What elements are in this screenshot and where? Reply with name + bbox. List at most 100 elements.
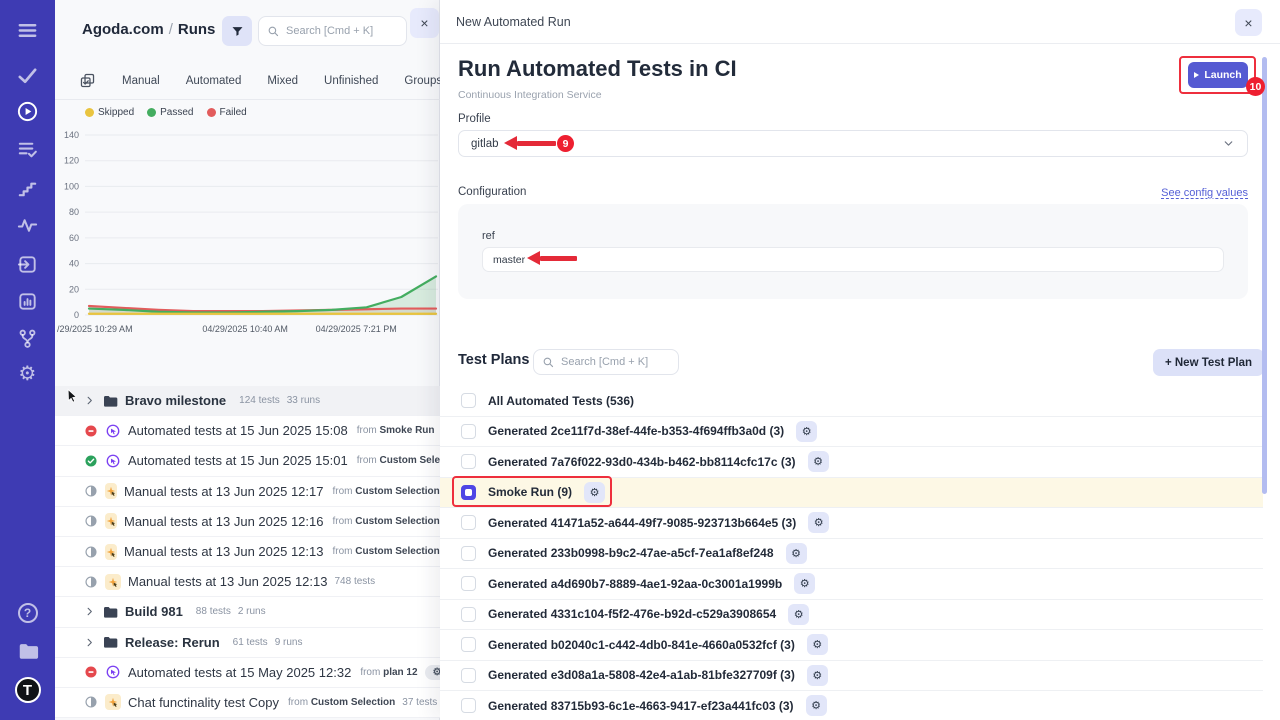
run-row[interactable]: Automated tests at 15 May 2025 12:32from… <box>55 658 440 688</box>
runs-search-input[interactable] <box>286 25 398 37</box>
svg-text:100: 100 <box>64 181 79 191</box>
test-plan-row[interactable]: All Automated Tests (536) <box>440 386 1263 417</box>
run-row[interactable]: Automated tests at 15 Jun 2025 15:08from… <box>55 416 440 446</box>
filter-button[interactable] <box>222 16 252 46</box>
test-plan-checkbox[interactable] <box>461 485 476 500</box>
test-plans-list: All Automated Tests (536) Generated 2ce11… <box>440 386 1263 720</box>
sidebar-item-git-branch[interactable] <box>0 325 55 351</box>
tab-mixed[interactable]: Mixed <box>267 75 298 87</box>
chevron-down-icon <box>1222 137 1235 150</box>
sidebar-item-check[interactable] <box>0 62 55 88</box>
sidebar-item-activity[interactable] <box>0 212 55 238</box>
left-panel-close-button[interactable]: × <box>410 8 439 38</box>
test-plan-checkbox[interactable] <box>461 515 476 530</box>
test-plan-label: All Automated Tests (536) <box>488 394 634 408</box>
test-plan-row[interactable]: Generated e3d08a1a-5808-42e4-a1ab-81bfe3… <box>440 661 1263 692</box>
test-plan-settings-button[interactable]: ⚙ <box>796 421 817 442</box>
manual-run-icon <box>105 574 121 590</box>
test-plan-row[interactable]: Generated b02040c1-c442-4db0-841e-4660a0… <box>440 630 1263 661</box>
run-title: Manual tests at 13 Jun 2025 12:13 <box>124 544 323 559</box>
test-plan-checkbox[interactable] <box>461 576 476 591</box>
tab-automated[interactable]: Automated <box>186 75 242 87</box>
tab-manual[interactable]: Manual <box>122 75 160 87</box>
status-partial-icon <box>84 484 98 498</box>
legend-label: Failed <box>220 107 247 118</box>
manual-run-icon <box>105 513 117 529</box>
test-plan-row[interactable]: Generated 41471a52-a644-49f7-9085-923713… <box>440 508 1263 539</box>
tab-unfinished[interactable]: Unfinished <box>324 75 378 87</box>
test-plan-settings-button[interactable]: ⚙ <box>807 634 828 655</box>
test-plan-settings-button[interactable]: ⚙ <box>808 512 829 533</box>
sidebar-item-logo[interactable]: T <box>0 676 55 704</box>
sidebar-item-menu[interactable] <box>0 17 55 43</box>
run-source: from Custom Selection <box>332 546 439 557</box>
status-partial-icon <box>84 575 98 589</box>
sidebar-item-steps[interactable] <box>0 175 55 201</box>
new-test-plan-button[interactable]: + New Test Plan <box>1153 349 1264 376</box>
test-plan-checkbox[interactable] <box>461 393 476 408</box>
sidebar-item-import[interactable] <box>0 251 55 277</box>
test-plan-checkbox[interactable] <box>461 637 476 652</box>
chevron-right-icon[interactable] <box>84 395 95 406</box>
test-plan-row[interactable]: Smoke Run (9)⚙ <box>440 478 1263 509</box>
test-plan-row[interactable]: Generated 83715b93-6c1e-4663-9417-ef23a4… <box>440 691 1263 720</box>
sidebar-item-list-check[interactable] <box>0 136 55 162</box>
breadcrumb-separator: / <box>164 21 178 38</box>
copy-check-icon[interactable] <box>79 72 96 89</box>
app-sidebar: ⚙? T <box>0 0 55 720</box>
test-plan-row[interactable]: Generated 233b0998-b9c2-47ae-a5cf-7ea1af… <box>440 539 1263 570</box>
test-plan-checkbox[interactable] <box>461 607 476 622</box>
test-plan-checkbox[interactable] <box>461 454 476 469</box>
run-row[interactable]: Manual tests at 13 Jun 2025 12:13 from Cu… <box>55 537 440 567</box>
test-plan-settings-button[interactable]: ⚙ <box>806 695 827 716</box>
profile-select[interactable]: gitlab <box>458 130 1248 157</box>
chevron-right-icon[interactable] <box>84 606 95 617</box>
launch-button[interactable]: Launch <box>1188 62 1248 88</box>
run-source: from Custom Selection <box>332 486 439 497</box>
sidebar-item-projects[interactable] <box>0 638 55 664</box>
run-row[interactable]: Manual tests at 13 Jun 2025 12:16from Cu… <box>55 507 440 537</box>
test-plan-checkbox[interactable] <box>461 698 476 713</box>
test-plans-search-input[interactable] <box>561 356 670 368</box>
sidebar-item-bar-chart[interactable] <box>0 288 55 314</box>
run-row[interactable]: Manual tests at 13 Jun 2025 12:13748 tes… <box>55 567 440 597</box>
test-plan-settings-button[interactable]: ⚙ <box>788 604 809 625</box>
test-plan-settings-button[interactable]: ⚙ <box>584 482 605 503</box>
test-plan-row[interactable]: Generated a4d690b7-8889-4ae1-92aa-0c3001… <box>440 569 1263 600</box>
test-plan-settings-button[interactable]: ⚙ <box>794 573 815 594</box>
test-plan-row[interactable]: Generated 7a76f022-93d0-434b-b462-bb8114… <box>440 447 1263 478</box>
sidebar-item-gear[interactable]: ⚙ <box>0 361 55 387</box>
breadcrumb-project[interactable]: Agoda.com <box>82 21 164 38</box>
sidebar-item-help[interactable]: ? <box>0 600 55 626</box>
chevron-right-icon[interactable] <box>84 637 95 648</box>
gear-icon: ⚙ <box>814 516 824 529</box>
ref-input[interactable] <box>482 247 1224 272</box>
folder-icon <box>102 393 118 409</box>
test-plan-checkbox[interactable] <box>461 668 476 683</box>
sidebar-item-play-circle[interactable] <box>0 98 55 124</box>
tab-groups[interactable]: Groups <box>404 75 442 87</box>
run-row[interactable]: Automated tests at 15 Jun 2025 15:01from… <box>55 446 440 476</box>
test-plan-settings-button[interactable]: ⚙ <box>786 543 807 564</box>
test-plan-checkbox[interactable] <box>461 546 476 561</box>
legend-item-passed: Passed <box>147 107 193 118</box>
status-passed-icon <box>84 454 98 468</box>
run-folder-row[interactable]: Build 98188 tests2 runs <box>55 597 440 627</box>
test-plan-checkbox[interactable] <box>461 424 476 439</box>
run-test-badge[interactable]: ⚙test <box>425 665 440 680</box>
run-folder-row[interactable]: Release: Rerun61 tests9 runs <box>55 628 440 658</box>
modal-scrollbar[interactable] <box>1262 57 1267 494</box>
run-row[interactable]: Chat functinality test Copyfrom Custom S… <box>55 688 440 718</box>
svg-text:04/29/2025 10:40 AM: 04/29/2025 10:40 AM <box>202 324 288 334</box>
run-folder-row[interactable]: Bravo milestone124 tests33 runs <box>55 386 440 416</box>
see-config-values-link[interactable]: See config values <box>1161 187 1248 199</box>
modal-close-button[interactable]: × <box>1235 9 1262 36</box>
breadcrumb-page: Runs <box>178 21 216 38</box>
test-plan-settings-button[interactable]: ⚙ <box>808 451 829 472</box>
run-row[interactable]: Manual tests at 13 Jun 2025 12:17from Cu… <box>55 477 440 507</box>
test-plan-settings-button[interactable]: ⚙ <box>807 665 828 686</box>
test-plan-row[interactable]: Generated 2ce11f7d-38ef-44fe-b353-4f694f… <box>440 417 1263 448</box>
test-plan-row[interactable]: Generated 4331c104-f5f2-476e-b92d-c529a3… <box>440 600 1263 631</box>
profile-label: Profile <box>458 113 491 125</box>
legend-item-skipped: Skipped <box>85 107 134 118</box>
